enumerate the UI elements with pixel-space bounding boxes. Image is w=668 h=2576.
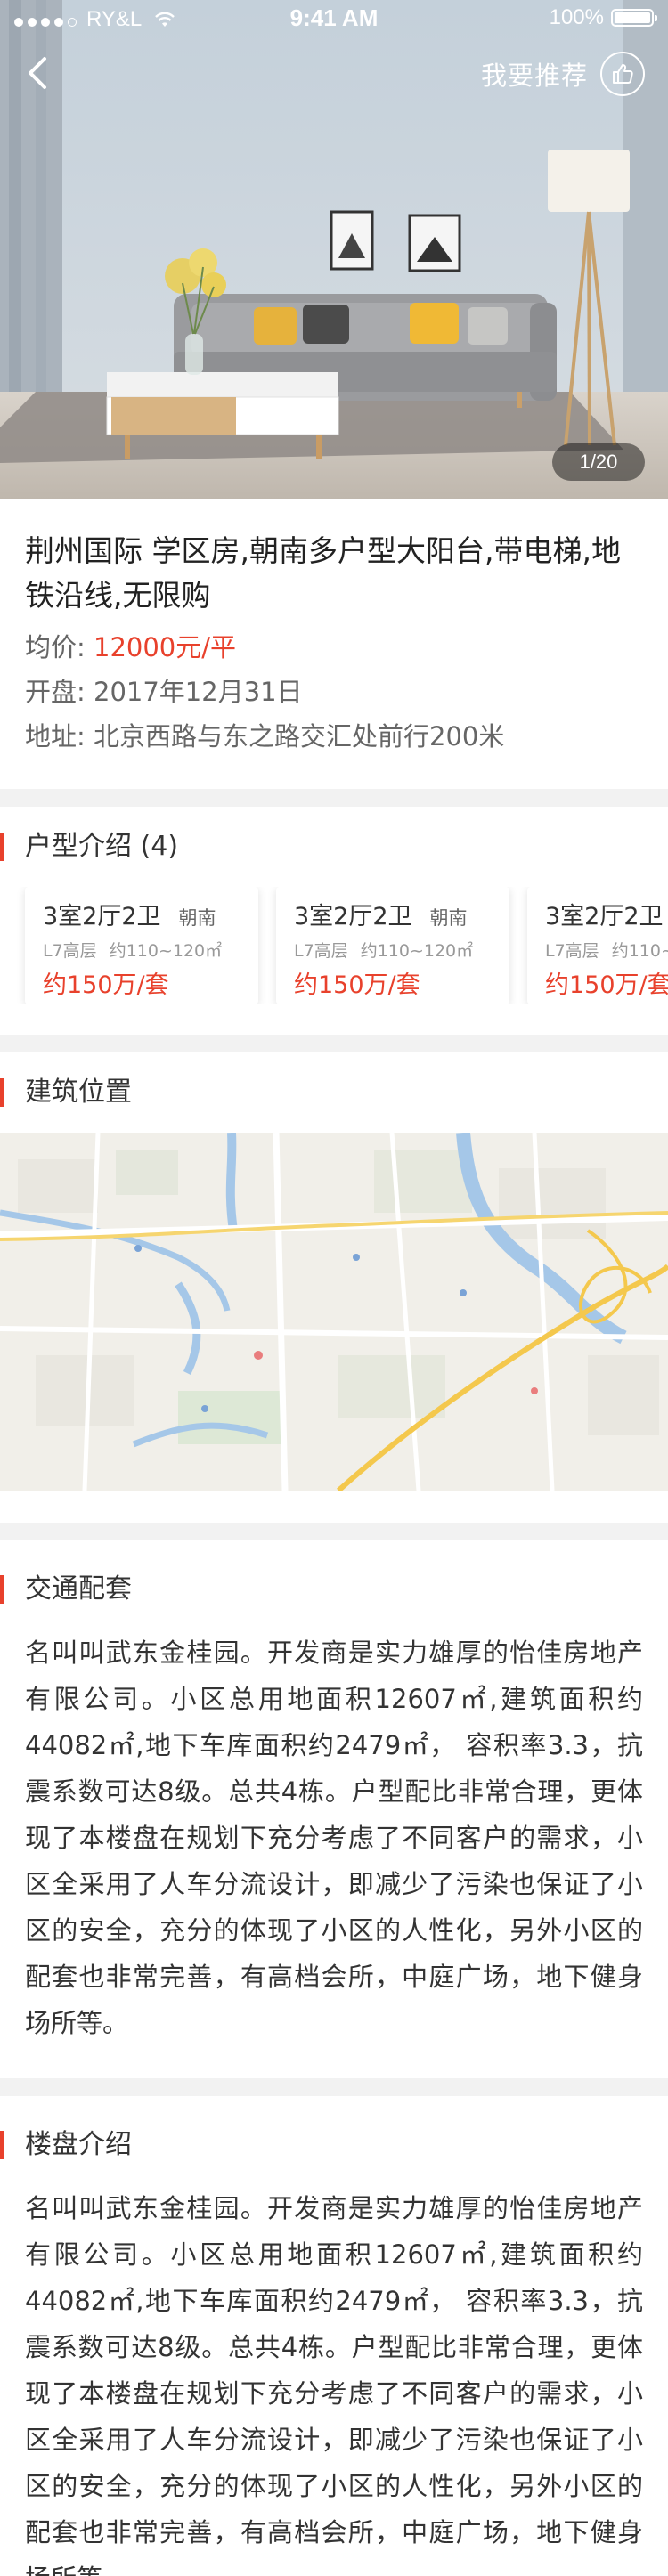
property-intro-section: 楼盘介绍 名叫叫武东金桂园。开发商是实力雄厚的怡佳房地产有限公司。小区总用地面积… [0,2105,668,2576]
recommend-label: 我要推荐 [480,61,588,91]
units-section: 户型介绍 (4) 3室2厅2卫 朝南 L7高层 约110~120㎡ 约150万/套 … [0,807,668,1004]
unit-layout: 3室2厅2卫 [294,903,412,930]
section-accent-bar [0,1575,4,1604]
section-divider [0,2078,668,2096]
unit-orientation: 朝南 [429,907,468,929]
section-divider [0,789,668,807]
property-info: 荆州国际 学区房,朝南多户型大阳台,带电梯,地铁沿线,无限购 均价: 12000… [0,499,668,789]
unit-price: 约150万/套 [294,971,420,999]
section-accent-bar [0,2131,4,2159]
units-title: 户型介绍 (4) [25,831,179,862]
transport-title: 交通配套 [25,1573,132,1605]
units-header: 户型介绍 (4) [0,807,668,887]
address-value: 北京西路与东之路交汇处前行200米 [94,721,505,752]
unit-price: 约150万/套 [545,971,668,999]
location-map[interactable] [0,1133,668,1491]
address-row[interactable]: 地址: 北京西路与东之路交汇处前行200米 [25,716,643,757]
battery-icon [611,9,657,27]
section-accent-bar [0,1078,4,1107]
unit-card[interactable]: 3室2厅2卫朝南 L7高层约110~120㎡ 约150万/套 [25,887,258,1004]
battery-percent: 100% [549,5,604,29]
price-value: 12000元/平 [94,632,237,662]
transport-section: 交通配套 名叫叫武东金桂园。开发商是实力雄厚的怡佳房地产有限公司。小区总用地面积… [0,1549,668,2078]
transport-text: 名叫叫武东金桂园。开发商是实力雄厚的怡佳房地产有限公司。小区总用地面积12607… [25,1637,643,2038]
unit-card[interactable]: 3室2厅2卫朝南 L7高层约110~120㎡ 约150万/套 [527,887,668,1004]
opening-label: 开盘: [25,677,86,707]
transport-header: 交通配套 [0,1549,668,1629]
section-accent-bar [0,833,4,861]
property-intro-title: 楼盘介绍 [25,2129,132,2160]
opening-row: 开盘: 2017年12月31日 [25,671,643,712]
thumbs-up-icon [600,52,645,96]
section-divider [0,1523,668,1540]
section-divider [0,1035,668,1052]
units-carousel[interactable]: 3室2厅2卫 朝南 L7高层 约110~120㎡ 约150万/套 3室2厅2卫 朝南 … [0,887,668,1004]
unit-area: 约110~120㎡ [611,941,668,961]
location-title: 建筑位置 [25,1077,132,1108]
property-title: 荆州国际 学区房,朝南多户型大阳台,带电梯,地铁沿线,无限购 [25,533,621,613]
map-graphic [0,1133,668,1491]
unit-area: 约110~120㎡ [360,941,474,961]
chevron-left-icon[interactable] [21,52,57,94]
price-row: 均价: 12000元/平 [25,627,643,668]
unit-floor: L7高层 [43,941,97,961]
property-intro-header: 楼盘介绍 [0,2105,668,2185]
gallery-counter: 1/20 [552,443,645,481]
unit-floor: L7高层 [545,941,599,961]
unit-price: 约150万/套 [43,971,169,999]
location-header: 建筑位置 [0,1052,668,1133]
property-intro-text: 名叫叫武东金桂园。开发商是实力雄厚的怡佳房地产有限公司。小区总用地面积12607… [25,2193,643,2576]
unit-floor: L7高层 [294,941,348,961]
price-label: 均价: [25,632,86,662]
unit-orientation: 朝南 [178,907,216,929]
recommend-button[interactable]: 我要推荐 [481,52,645,96]
unit-card[interactable]: 3室2厅2卫朝南 L7高层约110~120㎡ 约150万/套 [276,887,509,1004]
opening-value: 2017年12月31日 [94,677,303,707]
unit-layout: 3室2厅2卫 [545,903,664,930]
photo-gallery[interactable]: RY&L 9:41 AM 100% 我要推荐 1/20 [0,0,668,499]
status-bar: RY&L 9:41 AM 100% [0,0,668,36]
address-label: 地址: [25,721,86,752]
unit-layout: 3室2厅2卫 [43,903,161,930]
location-section: 建筑位置 [0,1052,668,1491]
unit-area: 约110~120㎡ [109,941,223,961]
